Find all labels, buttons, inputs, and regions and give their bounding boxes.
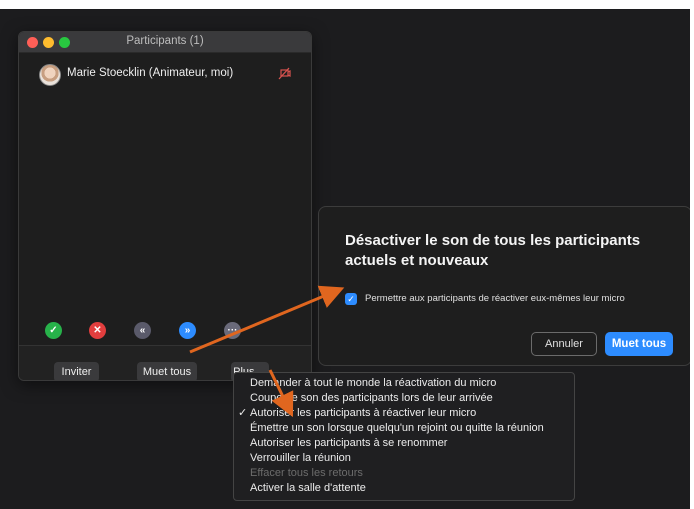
menu-item-label: Effacer tous les retours: [250, 467, 363, 479]
dialog-title: Désactiver le son de tous les participan…: [345, 232, 641, 269]
screen: Participants (1) Marie Stoecklin (Animat…: [0, 9, 690, 509]
more-icon[interactable]: ···: [224, 322, 241, 339]
menu-item-label: Activer la salle d'attente: [250, 482, 366, 494]
nonverbal-feedback-bar: ✓ ✕ « » ···: [19, 322, 311, 342]
menu-item-lock-meeting[interactable]: Verrouiller la réunion: [234, 451, 574, 466]
menu-item-ask-unmute[interactable]: Demander à tout le monde la réactivation…: [234, 376, 574, 391]
menu-item-waiting-room[interactable]: Activer la salle d'attente: [234, 481, 574, 496]
title-bar: Participants (1): [19, 32, 311, 53]
menu-item-label: Demander à tout le monde la réactivation…: [250, 377, 497, 389]
menu-item-label: Autoriser les participants à réactiver l…: [250, 407, 477, 419]
menu-item-label: Autoriser les participants à se renommer: [250, 437, 448, 449]
participant-name: Marie Stoecklin (Animateur, moi): [67, 67, 234, 79]
participants-window: Participants (1) Marie Stoecklin (Animat…: [18, 31, 312, 381]
allow-unmute-checkbox[interactable]: ✓: [345, 293, 357, 305]
cancel-button[interactable]: Annuler: [531, 332, 597, 356]
participant-row[interactable]: Marie Stoecklin (Animateur, moi): [19, 64, 311, 88]
yes-icon[interactable]: ✓: [45, 322, 62, 339]
checkmark-icon: ✓: [238, 407, 248, 419]
menu-item-allow-self-unmute[interactable]: ✓ Autoriser les participants à réactiver …: [234, 406, 574, 421]
mute-all-button[interactable]: Muet tous: [137, 362, 197, 380]
no-icon[interactable]: ✕: [89, 322, 106, 339]
menu-item-label: Verrouiller la réunion: [250, 452, 351, 464]
more-menu: Demander à tout le monde la réactivation…: [233, 372, 575, 501]
menu-item-clear-feedback: Effacer tous les retours: [234, 466, 574, 481]
allow-unmute-label[interactable]: Permettre aux participants de réactiver …: [365, 293, 625, 304]
menu-item-mute-on-entry[interactable]: Couper le son des participants lors de l…: [234, 391, 574, 406]
menu-item-label: Couper le son des participants lors de l…: [250, 392, 493, 404]
mute-all-dialog: Désactiver le son de tous les participan…: [318, 206, 690, 366]
menu-item-label: Émettre un son lorsque quelqu'un rejoint…: [250, 422, 544, 434]
go-slower-icon[interactable]: «: [134, 322, 151, 339]
invite-button[interactable]: Inviter: [54, 362, 99, 380]
confirm-mute-all-button[interactable]: Muet tous: [605, 332, 673, 356]
window-title: Participants (1): [126, 35, 204, 47]
user-avatar: [39, 64, 61, 86]
mic-off-icon[interactable]: [277, 67, 291, 81]
menu-item-chime[interactable]: Émettre un son lorsque quelqu'un rejoint…: [234, 421, 574, 436]
menu-item-allow-rename[interactable]: Autoriser les participants à se renommer: [234, 436, 574, 451]
go-faster-icon[interactable]: »: [179, 322, 196, 339]
